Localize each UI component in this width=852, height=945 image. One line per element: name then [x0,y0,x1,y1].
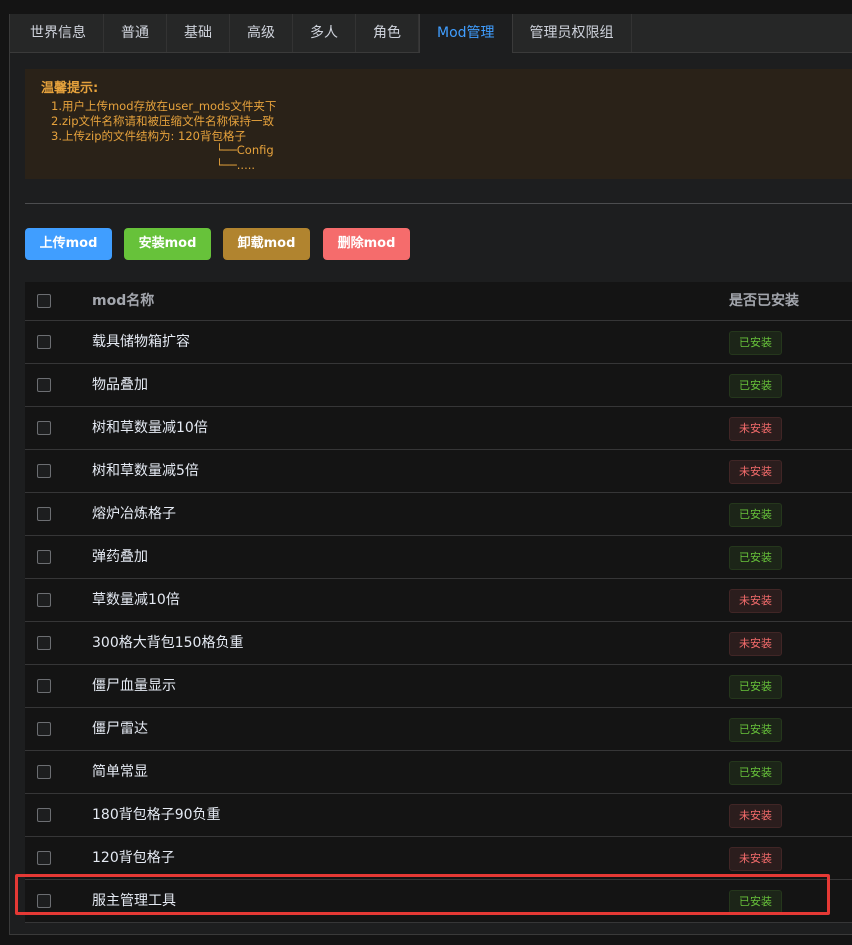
table-row[interactable]: 树和草数量减10倍 未安装 [25,407,852,450]
row-checkbox[interactable] [37,765,51,779]
row-checkbox[interactable] [37,894,51,908]
install-mod-button[interactable]: 安装mod [124,228,211,260]
mod-table: mod名称 是否已安装 载具储物箱扩容 已安装 物品叠加 已安装 树和草数量减10倍 未安… [25,282,852,923]
status-badge: 已安装 [729,890,782,914]
tip-box: 温馨提示: 1.用户上传mod存放在user_mods文件夹下 2.zip文件名… [25,69,852,179]
status-badge: 未安装 [729,804,782,828]
column-header-installed: 是否已安装 [729,293,799,309]
table-row[interactable]: 草数量减10倍 未安装 [25,579,852,622]
tab-advanced[interactable]: 高级 [230,14,293,52]
mod-name: 120背包格子 [92,850,175,866]
status-badge: 未安装 [729,847,782,871]
row-checkbox[interactable] [37,378,51,392]
upload-mod-button[interactable]: 上传mod [25,228,112,260]
table-row[interactable]: 弹药叠加 已安装 [25,536,852,579]
tip-title: 温馨提示: [41,81,99,96]
table-row[interactable]: 物品叠加 已安装 [25,364,852,407]
table-row[interactable]: 树和草数量减5倍 未安装 [25,450,852,493]
status-badge: 未安装 [729,460,782,484]
select-all-checkbox[interactable] [37,294,51,308]
status-badge: 未安装 [729,417,782,441]
divider [25,203,852,204]
tab-bar: 世界信息 普通 基础 高级 多人 角色 Mod管理 管理员权限组 [10,14,852,53]
table-row[interactable]: 载具储物箱扩容 已安装 [25,321,852,364]
mod-name: 树和草数量减5倍 [92,463,199,479]
mod-name: 僵尸血量显示 [92,678,176,694]
status-badge: 已安装 [729,718,782,742]
row-checkbox[interactable] [37,851,51,865]
tip-tree-more: └──..... [216,158,256,172]
mod-name: 180背包格子90负重 [92,807,221,823]
mod-name: 弹药叠加 [92,549,148,565]
table-row[interactable]: 300格大背包150格负重 未安装 [25,622,852,665]
mod-name: 僵尸雷达 [92,721,148,737]
mod-name: 载具储物箱扩容 [92,334,190,350]
status-badge: 已安装 [729,503,782,527]
mod-management-panel: 世界信息 普通 基础 高级 多人 角色 Mod管理 管理员权限组 温馨提示: 1… [9,14,852,935]
status-badge: 已安装 [729,331,782,355]
mod-name: 简单常显 [92,764,148,780]
table-header: mod名称 是否已安装 [25,282,852,321]
status-badge: 已安装 [729,374,782,398]
table-row[interactable]: 僵尸血量显示 已安装 [25,665,852,708]
column-header-mod-name: mod名称 [92,293,155,309]
table-row[interactable]: 僵尸雷达 已安装 [25,708,852,751]
delete-mod-button[interactable]: 删除mod [323,228,410,260]
table-row[interactable]: 180背包格子90负重 未安装 [25,794,852,837]
status-badge: 已安装 [729,761,782,785]
row-checkbox[interactable] [37,507,51,521]
row-checkbox[interactable] [37,464,51,478]
status-badge: 已安装 [729,546,782,570]
status-badge: 未安装 [729,632,782,656]
row-checkbox[interactable] [37,550,51,564]
tab-multiplayer[interactable]: 多人 [293,14,356,52]
mod-name: 树和草数量减10倍 [92,420,208,436]
table-row[interactable]: 简单常显 已安装 [25,751,852,794]
row-checkbox[interactable] [37,335,51,349]
mod-name: 服主管理工具 [92,893,176,909]
tip-line-1: 1.用户上传mod存放在user_mods文件夹下 [51,99,277,113]
uninstall-mod-button[interactable]: 卸载mod [223,228,310,260]
row-checkbox[interactable] [37,636,51,650]
row-checkbox[interactable] [37,722,51,736]
tip-tree-config: └──Config [216,143,274,157]
table-body: 载具储物箱扩容 已安装 物品叠加 已安装 树和草数量减10倍 未安装 树和草数量减5倍 未安装… [25,321,852,923]
tip-line-2: 2.zip文件名称请和被压缩文件名称保持一致 [51,114,275,128]
tip-line-3: 3.上传zip的文件结构为: 120背包格子 [51,129,246,143]
tab-mod-management[interactable]: Mod管理 [419,14,513,53]
tab-world-info[interactable]: 世界信息 [10,14,104,52]
mod-name: 物品叠加 [92,377,148,393]
row-checkbox[interactable] [37,421,51,435]
tab-character[interactable]: 角色 [356,14,419,52]
status-badge: 未安装 [729,589,782,613]
table-row[interactable]: 120背包格子 未安装 [25,837,852,880]
row-checkbox[interactable] [37,593,51,607]
tab-admin-permissions[interactable]: 管理员权限组 [513,14,632,52]
tab-basic[interactable]: 基础 [167,14,230,52]
status-badge: 已安装 [729,675,782,699]
table-row[interactable]: 服主管理工具 已安装 [25,880,852,923]
row-checkbox[interactable] [37,808,51,822]
mod-name: 熔炉冶炼格子 [92,506,176,522]
mod-name: 300格大背包150格负重 [92,635,244,651]
row-checkbox[interactable] [37,679,51,693]
table-row[interactable]: 熔炉冶炼格子 已安装 [25,493,852,536]
mod-name: 草数量减10倍 [92,592,180,608]
tab-general[interactable]: 普通 [104,14,167,52]
